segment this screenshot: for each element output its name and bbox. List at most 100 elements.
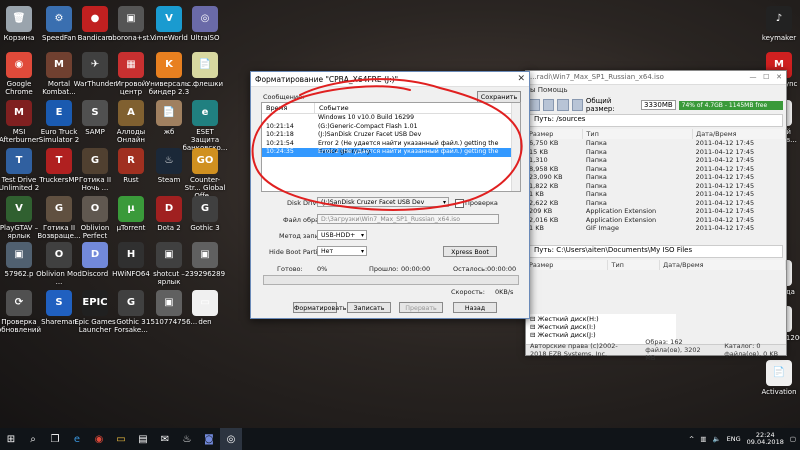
gothic-icon: G xyxy=(82,148,108,174)
edge-icon[interactable]: e xyxy=(66,428,88,450)
log-time: 10:24:35 xyxy=(266,148,294,155)
log-row[interactable]: Windows 10 v10.0 Build 16299 xyxy=(262,114,520,123)
log-row[interactable]: 10:21:54 Error 2 (Не удается найти указан… xyxy=(262,140,520,156)
network-icon[interactable]: ▥ xyxy=(700,435,706,443)
desktop-shortcut[interactable]: 📄 с флешки xyxy=(182,52,228,88)
ultraiso-window[interactable]: ...radi\Win7_Max_SP1_Russian_x64.iso — ☐… xyxy=(525,70,787,362)
table-cell: Папка xyxy=(585,139,607,148)
desktop-shortcut[interactable]: GOCounter-Str... Global Offe... xyxy=(182,148,228,200)
ultraiso-titlebar[interactable]: ...radi\Win7_Max_SP1_Russian_x64.iso — ☐… xyxy=(526,71,786,85)
chrome-icon[interactable]: ◉ xyxy=(88,428,110,450)
local-path-bar[interactable]: Путь: C:\Users\aiten\Documents\My ISO Fi… xyxy=(529,244,783,258)
messages-label: Сообщение: xyxy=(263,93,305,101)
table-row[interactable]: 15 KB Папка 2011-04-12 17:45 xyxy=(526,148,786,157)
minimize-icon[interactable]: — xyxy=(749,73,756,81)
search-icon[interactable]: ⌕ xyxy=(22,428,44,450)
ultraiso-taskbar-icon[interactable]: ◎ xyxy=(220,428,242,450)
desktop-shortcut[interactable]: eESET Защита банковско... xyxy=(182,100,228,152)
format-button[interactable]: Форматировать xyxy=(293,302,346,313)
column-header[interactable]: Тип xyxy=(582,129,694,139)
clock[interactable]: 22:24 09.04.2018 xyxy=(747,432,784,446)
remaining-value: 00:00:00 xyxy=(487,265,517,273)
tray-expand-icon[interactable]: ^ xyxy=(689,435,694,443)
store-icon[interactable]: ▤ xyxy=(132,428,154,450)
notifications-icon[interactable]: ▢ xyxy=(790,435,796,443)
hide-boot-select[interactable]: Нет ▾ xyxy=(317,246,367,256)
table-row[interactable]: 6,750 KB Папка 2011-04-12 17:45 xyxy=(526,139,786,148)
desktop-shortcut-label: keymaker xyxy=(761,34,797,42)
volume-icon[interactable]: 🔈 xyxy=(713,435,721,443)
discord-icon[interactable]: ◙ xyxy=(198,428,220,450)
table-row[interactable]: 1,310 Папка 2011-04-12 17:45 xyxy=(526,156,786,165)
column-header[interactable]: Размер xyxy=(526,129,584,139)
steam-icon[interactable]: ♨ xyxy=(176,428,198,450)
ultraiso-menu[interactable]: ы Помощь xyxy=(526,85,786,98)
drive-tree-item[interactable]: ⊟ Жесткий диск(I:) xyxy=(530,323,672,331)
desktop-shortcut[interactable]: ▣ 239296289 xyxy=(182,242,228,278)
mail-icon[interactable]: ✉ xyxy=(154,428,176,450)
toolbar-icon[interactable] xyxy=(557,99,569,111)
close-icon[interactable]: ✕ xyxy=(517,74,525,84)
column-header[interactable]: Тип xyxy=(607,259,661,270)
drive-tree-item[interactable]: ⊟ Жесткий диск(H:) xyxy=(530,315,672,323)
path-label: Путь: xyxy=(534,245,554,254)
back-button[interactable]: Назад xyxy=(453,302,497,313)
column-header[interactable]: Размер xyxy=(526,259,609,270)
table-cell: 2011-04-12 17:45 xyxy=(695,139,755,148)
iso-path-bar[interactable]: Путь: /sources xyxy=(529,114,783,127)
log-row[interactable]: 10:24:35 Error 2 (Не удается найти указан… xyxy=(262,148,520,164)
desktop-shortcut[interactable]: G Gothic 3 xyxy=(182,196,228,232)
close-icon[interactable]: ✕ xyxy=(776,73,782,81)
write-button[interactable]: Записать xyxy=(347,302,391,313)
desktop-shortcut[interactable]: ◎ UltraISO xyxy=(182,6,228,42)
desktop-shortcut[interactable]: 📄 Activation xyxy=(756,360,800,396)
table-cell: Папка xyxy=(585,147,607,156)
image-file-field[interactable]: D:\Загрузки\Win7_Max_SP1_Russian_x64.iso xyxy=(317,214,499,224)
column-header[interactable]: Дата/Время xyxy=(692,129,786,139)
allods-icon: A xyxy=(118,100,144,126)
log-column-event[interactable]: Событие xyxy=(315,103,520,113)
toolbar-icon[interactable] xyxy=(543,99,555,111)
log-row[interactable]: 10:21:14 (G:)Generic-Compact Flash 1.01 xyxy=(262,123,520,132)
file-explorer-icon[interactable]: ▭ xyxy=(110,428,132,450)
language-indicator[interactable]: ENG xyxy=(727,435,741,443)
gothic-icon: G xyxy=(46,196,72,222)
log-event: (J:)SanDisk Cruzer Facet USB Dev xyxy=(318,131,422,138)
dialog-titlebar[interactable]: Форматирование "CPBA_X64FRE (J:)" ✕ xyxy=(251,72,529,87)
xpress-boot-button[interactable]: Xpress Boot xyxy=(443,246,497,257)
start-icon[interactable]: ⊞ xyxy=(0,428,22,450)
table-row[interactable]: 2,622 KB Папка 2011-04-12 17:45 xyxy=(526,199,786,208)
table-row[interactable]: 2,016 KB Application Extension 2011-04-12 … xyxy=(526,216,786,225)
table-row[interactable]: 1 KB GIF Image 2011-04-12 17:45 xyxy=(526,224,786,233)
table-row[interactable]: 209 KB Application Extension 2011-04-12 17… xyxy=(526,207,786,216)
progress-bar xyxy=(263,275,519,285)
image-file-icon: ▣ xyxy=(156,290,182,316)
task-view-icon[interactable]: ❐ xyxy=(44,428,66,450)
toolbar-icon[interactable] xyxy=(529,99,541,111)
table-cell: 23,090 KB xyxy=(529,173,563,182)
maximize-icon[interactable]: ☐ xyxy=(763,73,769,81)
table-row[interactable]: 1 KB Папка 2011-04-12 17:45 xyxy=(526,190,786,199)
log-scrollbar[interactable] xyxy=(511,103,520,191)
desktop: 🗑 Корзина ⚙ SpeedFan ● Bandicam ▣ oborona+st...… xyxy=(0,0,800,428)
disk-drive-select[interactable]: (J:)SanDisk Cruzer Facet USB Dev ▾ xyxy=(317,197,449,207)
desktop-shortcut[interactable]: ♪ keymaker xyxy=(756,6,800,42)
table-cell: 2011-04-12 17:45 xyxy=(695,181,755,190)
write-method-select[interactable]: USB-HDD+ ▾ xyxy=(317,230,367,240)
log-row[interactable]: 10:21:18 (J:)SanDisk Cruzer Facet USB Dev xyxy=(262,131,520,140)
log-event: Error 2 (Не удается найти указанный файл… xyxy=(318,148,499,164)
desktop-shortcut[interactable]: ▭ den xyxy=(182,290,228,326)
format-dialog[interactable]: Форматирование "CPBA_X64FRE (J:)" ✕ Сооб… xyxy=(250,71,530,319)
toolbar-icon[interactable] xyxy=(571,99,583,111)
steam-icon: ♨ xyxy=(156,148,182,174)
table-row[interactable]: 8,958 KB Папка 2011-04-12 17:45 xyxy=(526,165,786,174)
table-row[interactable]: 1,822 KB Папка 2011-04-12 17:45 xyxy=(526,182,786,191)
table-row[interactable]: 23,090 KB Папка 2011-04-12 17:45 xyxy=(526,173,786,182)
status-catalog: Каталог: 0 файла(ов), 0 KB xyxy=(724,342,779,358)
message-log[interactable]: Время Событие Windows 10 v10.0 Build 162… xyxy=(261,102,521,192)
log-column-time[interactable]: Время xyxy=(262,103,315,113)
epic-games-icon: EPIC xyxy=(82,290,108,316)
verify-checkbox[interactable] xyxy=(455,199,464,208)
abort-button[interactable]: Прервать xyxy=(399,302,443,313)
column-header[interactable]: Дата/Время xyxy=(659,259,786,270)
